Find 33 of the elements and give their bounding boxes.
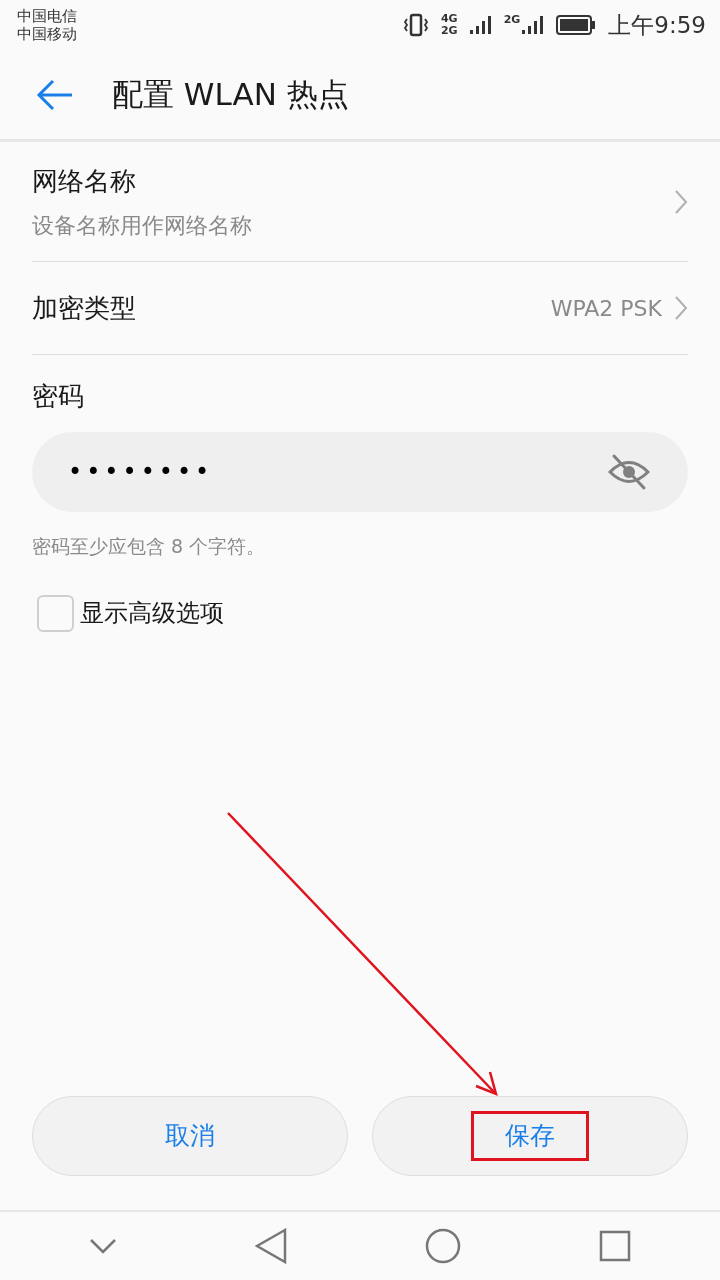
back-triangle-icon[interactable] [255,1228,287,1264]
save-button[interactable]: 保存 [372,1096,688,1176]
page-title: 配置 WLAN 热点 [112,75,349,115]
back-arrow-icon[interactable] [36,78,74,111]
network-type: 2G [440,25,458,37]
carrier-name: 中国电信 [17,7,77,25]
signal-icon [522,14,545,36]
password-value: •••••••• [68,457,214,488]
recent-square-icon[interactable] [599,1230,631,1262]
setting-subtitle: 设备名称用作网络名称 [32,211,252,240]
setting-label: 网络名称 [32,164,137,198]
setting-value: WPA2 PSK [550,294,662,323]
network-type: 4G [440,13,458,25]
chevron-down-icon[interactable] [89,1238,117,1254]
signal-icon [469,14,492,36]
vibrate-icon [402,13,429,37]
setting-label: 加密类型 [32,291,136,325]
chevron-right-icon [674,295,688,321]
cancel-button[interactable]: 取消 [32,1096,348,1176]
carrier-name: 中国移动 [17,25,77,43]
checkbox[interactable] [37,594,74,632]
battery-icon [556,15,597,35]
checkbox-label: 显示高级选项 [80,598,224,629]
password-field[interactable]: •••••••• [32,432,688,512]
eye-off-icon[interactable] [608,453,650,491]
password-hint: 密码至少应包含 8 个字符。 [32,535,266,557]
home-circle-icon[interactable] [425,1228,461,1264]
password-label: 密码 [32,381,84,411]
setting-row[interactable]: 网络名称 设备名称用作网络名称 [32,142,688,262]
setting-row[interactable]: 加密类型 WPA2 PSK [32,262,688,355]
clock: 上午9:59 [608,10,706,40]
network-type: 2G [503,14,521,26]
chevron-right-icon [674,188,688,215]
